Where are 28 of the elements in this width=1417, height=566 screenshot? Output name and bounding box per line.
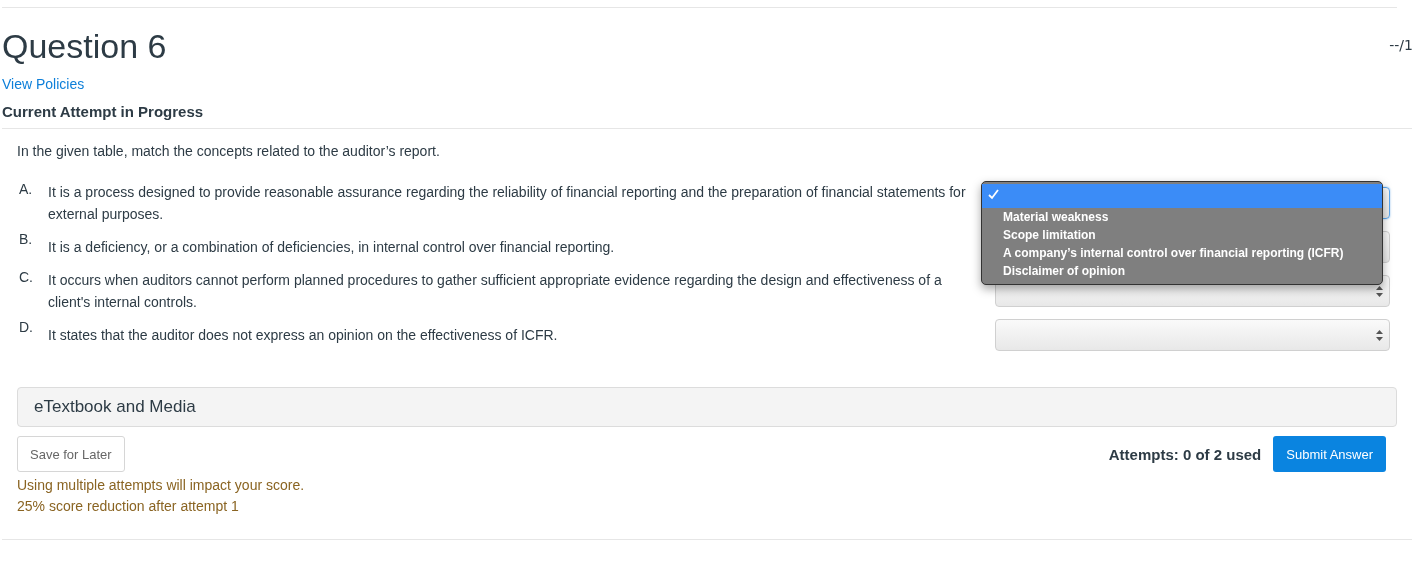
item-letter: A. bbox=[18, 181, 34, 197]
dropdown-arrows-icon bbox=[1376, 286, 1383, 297]
item-letter: B. bbox=[18, 231, 34, 247]
dropdown-option[interactable] bbox=[982, 184, 1382, 208]
save-for-later-button[interactable]: Save for Later bbox=[17, 436, 125, 472]
submit-answer-button[interactable]: Submit Answer bbox=[1273, 436, 1386, 472]
dropdown-option[interactable]: Scope limitation bbox=[982, 226, 1382, 244]
item-text: It is a deficiency, or a combination of deficiencies, in internal control over financial reporting. bbox=[48, 238, 616, 257]
attempt-status: Current Attempt in Progress bbox=[2, 103, 1412, 129]
item-letter: C. bbox=[18, 269, 34, 285]
dropdown-option[interactable]: Disclaimer of opinion bbox=[982, 262, 1382, 280]
item-text: It states that the auditor does not express an opinion on the effectiveness of ICFR. bbox=[48, 326, 559, 345]
dropdown-arrows-icon bbox=[1376, 330, 1383, 341]
question-prompt: In the given table, match the concepts related to the auditor’s report. bbox=[17, 143, 441, 159]
media-panel[interactable]: eTextbook and Media bbox=[17, 387, 1397, 427]
dropdown-option[interactable]: A company’s internal control over financial reporting (ICFR) bbox=[982, 244, 1382, 262]
item-text: It occurs when auditors cannot perform planned procedures to gather sufficient appropriate evidence regarding the design and effectiveness of a client's internal controls. bbox=[48, 271, 943, 312]
item-text: It is a process designed to provide reasonable assurance regarding the reliability of financial reporting and the preparation of financial statements for external purposes. bbox=[48, 183, 967, 224]
media-panel-title: eTextbook and Media bbox=[34, 397, 196, 417]
item-letter: D. bbox=[18, 319, 34, 335]
check-icon bbox=[988, 189, 999, 200]
score: --/1 bbox=[1389, 37, 1413, 53]
attempts-count: Attempts: 0 of 2 used bbox=[1108, 445, 1262, 463]
question-title: Question 6 bbox=[2, 26, 167, 66]
dropdown-option[interactable]: Material weakness bbox=[982, 208, 1382, 226]
attempt-warning: Using multiple attempts will impact your score. bbox=[17, 476, 306, 495]
view-policies-link[interactable]: View Policies bbox=[2, 76, 85, 92]
attempt-warning: 25% score reduction after attempt 1 bbox=[17, 497, 240, 516]
